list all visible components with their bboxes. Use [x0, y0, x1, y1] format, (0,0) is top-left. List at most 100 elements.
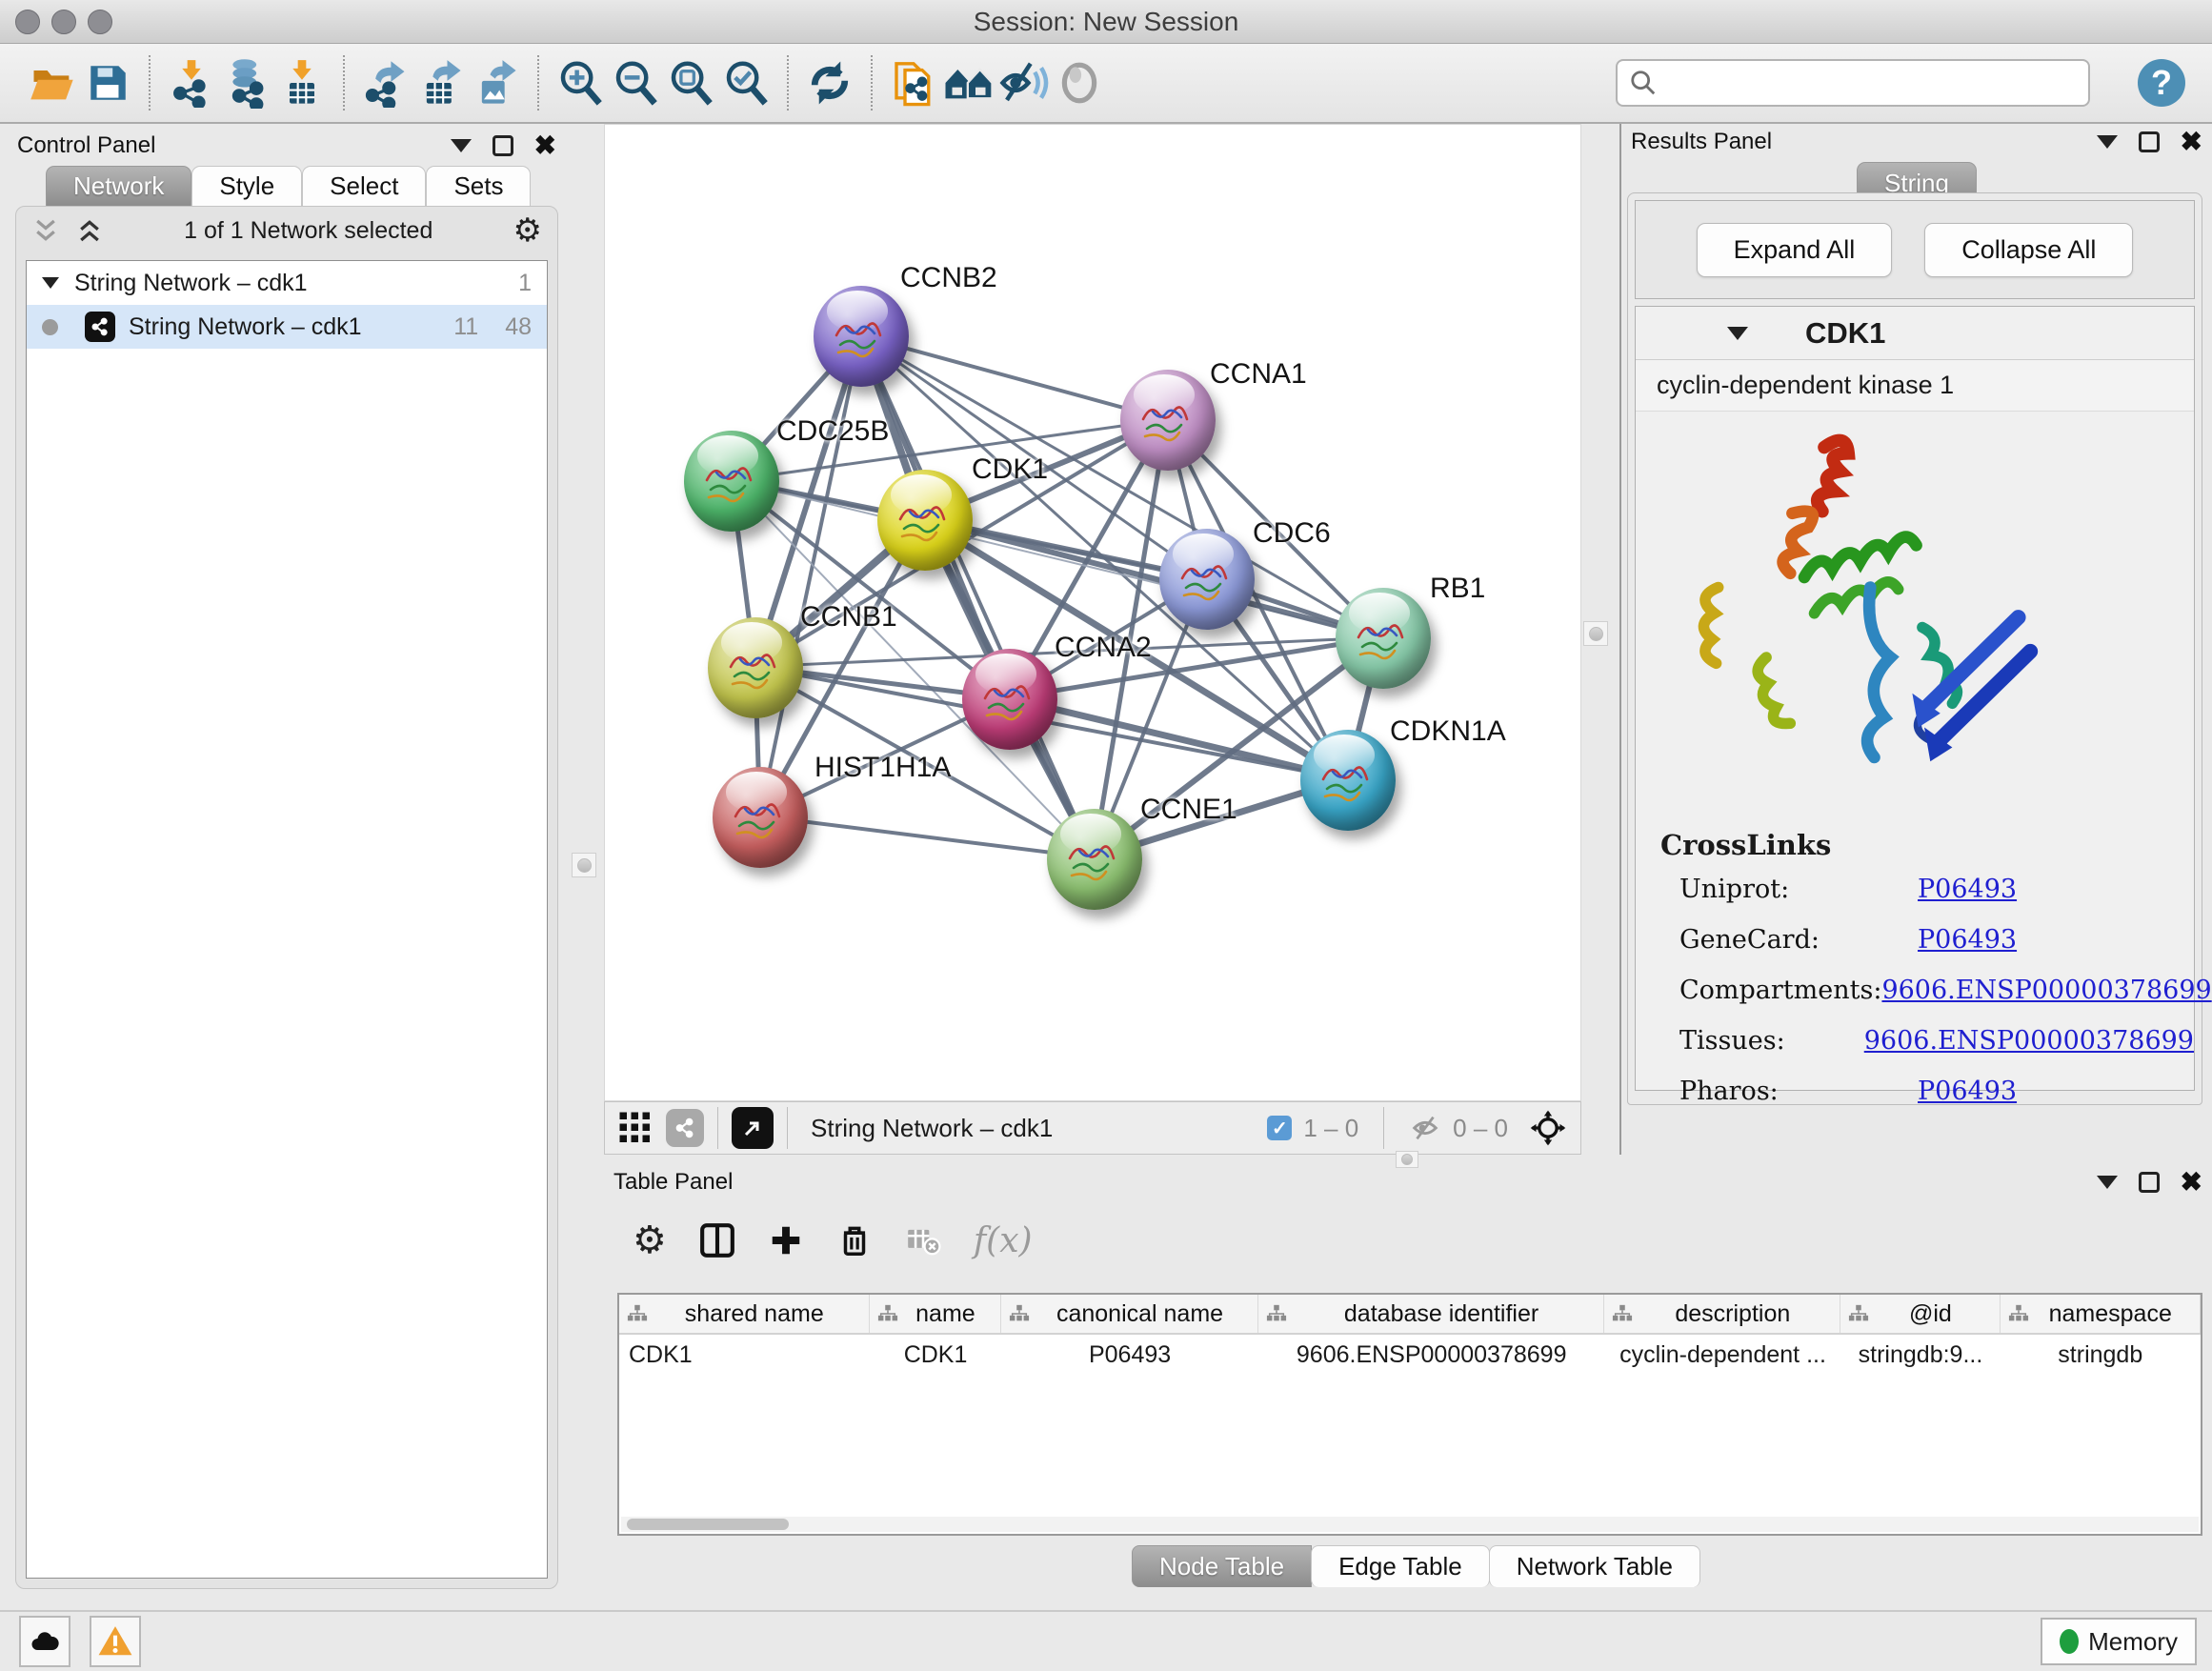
search-input[interactable]: [1658, 64, 2088, 102]
protein-thumbnail-icon: [723, 638, 788, 697]
table-options-gear-icon[interactable]: ⚙: [633, 1221, 667, 1259]
warnings-button[interactable]: [90, 1616, 141, 1667]
network-node-CDC6[interactable]: [1159, 529, 1255, 630]
crosslink-row: Pharos:P06493: [1679, 1077, 2194, 1106]
crosslink-link[interactable]: 9606.ENSP00000378699: [1864, 1026, 2194, 1056]
first-neighbors-button[interactable]: [941, 52, 996, 113]
table-cell[interactable]: 9606.ENSP00000378699: [1258, 1335, 1605, 1375]
panel-menu-icon[interactable]: [2097, 1176, 2118, 1189]
close-panel-icon[interactable]: ✖: [2181, 129, 2202, 155]
network-node-CCNB1[interactable]: [708, 617, 803, 718]
zoom-fit-button[interactable]: [663, 52, 718, 113]
network-node-CDC25B[interactable]: [684, 431, 779, 532]
export-network-button[interactable]: [358, 52, 413, 113]
table-row[interactable]: CDK1CDK1P064939606.ENSP00000378699cyclin…: [619, 1335, 2201, 1375]
zoom-selected-button[interactable]: [718, 52, 774, 113]
network-node-CCNE1[interactable]: [1047, 809, 1142, 910]
network-node-CCNA2[interactable]: [962, 649, 1057, 750]
memory-button[interactable]: Memory: [2041, 1618, 2197, 1665]
show-all-button[interactable]: [1052, 52, 1107, 113]
import-network-file-button[interactable]: [164, 52, 219, 113]
apply-layout-button[interactable]: [802, 52, 857, 113]
crosslink-link[interactable]: P06493: [1918, 875, 2017, 904]
tab-select[interactable]: Select: [302, 166, 426, 206]
crosslink-link[interactable]: 9606.ENSP00000378699: [1881, 976, 2211, 1005]
crosslink-link[interactable]: P06493: [1918, 925, 2017, 955]
float-panel-icon[interactable]: [2139, 1172, 2160, 1193]
network-node-HIST1H1A[interactable]: [713, 767, 808, 868]
table-horizontal-scrollbar[interactable]: [621, 1517, 2199, 1532]
zoom-in-button[interactable]: [553, 52, 608, 113]
network-options-gear-icon[interactable]: ⚙: [513, 214, 542, 247]
save-session-button[interactable]: [80, 52, 135, 113]
gene-header[interactable]: CDK1: [1636, 307, 2194, 360]
float-panel-icon[interactable]: [493, 135, 513, 156]
import-table-button[interactable]: [274, 52, 330, 113]
control-panel-title: Control Panel: [17, 132, 155, 159]
close-panel-icon[interactable]: ✖: [2181, 1169, 2202, 1196]
panel-menu-icon[interactable]: [451, 139, 472, 152]
export-image-button[interactable]: [469, 52, 524, 113]
h-scrollbar-thumb[interactable]: [627, 1519, 789, 1530]
network-node-CDKN1A[interactable]: [1300, 730, 1396, 831]
import-network-database-button[interactable]: [219, 52, 274, 113]
column-header-database-identifier[interactable]: database identifier: [1258, 1295, 1605, 1333]
table-cell[interactable]: stringdb:9...: [1840, 1335, 2000, 1375]
zoom-out-button[interactable]: [608, 52, 663, 113]
detach-view-button[interactable]: [732, 1107, 774, 1149]
network-row[interactable]: String Network – cdk1 11 48: [27, 305, 547, 349]
edge-CCNB2-HIST1H1A[interactable]: [760, 336, 861, 816]
tab-style[interactable]: Style: [191, 166, 302, 206]
table-cell[interactable]: cyclin-dependent ...: [1605, 1335, 1841, 1375]
float-panel-icon[interactable]: [2139, 131, 2160, 152]
network-view-canvas[interactable]: CCNB2CCNA1CDC25BCDK1CDC6RB1CCNB1CCNA2CDK…: [604, 124, 1581, 1101]
collapse-all-icon[interactable]: [31, 216, 60, 245]
cloud-status-button[interactable]: [19, 1616, 70, 1667]
network-share-icon[interactable]: [666, 1109, 704, 1147]
column-header-description[interactable]: description: [1604, 1295, 1840, 1333]
tree-expander-icon[interactable]: [42, 277, 59, 289]
network-node-CDK1[interactable]: [877, 470, 973, 571]
right-splitter-handle[interactable]: [1583, 621, 1608, 646]
table-cell[interactable]: CDK1: [619, 1335, 870, 1375]
column-header-namespace[interactable]: namespace: [2001, 1295, 2201, 1333]
show-column-panel-icon[interactable]: [699, 1222, 735, 1258]
tab-network-table[interactable]: Network Table: [1489, 1545, 1700, 1587]
column-header--id[interactable]: @id: [1840, 1295, 2000, 1333]
export-table-button[interactable]: [413, 52, 469, 113]
network-collection-row[interactable]: String Network – cdk1 1: [27, 261, 547, 305]
left-splitter-handle[interactable]: [572, 853, 596, 877]
table-cell[interactable]: CDK1: [870, 1335, 1002, 1375]
hide-selected-button[interactable]: [996, 52, 1052, 113]
network-node-RB1[interactable]: [1336, 588, 1431, 689]
selected-checkbox-icon[interactable]: ✓: [1267, 1116, 1292, 1140]
column-header-shared-name[interactable]: shared name: [619, 1295, 870, 1333]
add-column-icon[interactable]: [768, 1222, 804, 1258]
tab-edge-table[interactable]: Edge Table: [1311, 1545, 1490, 1587]
delete-column-trash-icon[interactable]: [836, 1222, 873, 1258]
open-session-button[interactable]: [25, 52, 80, 113]
close-panel-icon[interactable]: ✖: [534, 132, 556, 159]
copy-style-button[interactable]: [886, 52, 941, 113]
crosslink-link[interactable]: P06493: [1918, 1077, 2017, 1106]
table-cell[interactable]: stringdb: [2001, 1335, 2201, 1375]
tab-sets[interactable]: Sets: [426, 166, 531, 206]
network-node-CCNB2[interactable]: [814, 286, 909, 387]
gene-expander-icon[interactable]: [1727, 327, 1748, 340]
column-header-name[interactable]: name: [870, 1295, 1002, 1333]
collapse-all-button[interactable]: Collapse All: [1924, 223, 2133, 277]
fit-crosshair-icon[interactable]: [1529, 1109, 1567, 1147]
table-cell[interactable]: P06493: [1001, 1335, 1257, 1375]
tab-network[interactable]: Network: [46, 166, 191, 206]
cloud-icon: [28, 1624, 62, 1659]
column-header-canonical-name[interactable]: canonical name: [1001, 1295, 1257, 1333]
expand-all-icon[interactable]: [75, 216, 104, 245]
tab-node-table[interactable]: Node Table: [1132, 1545, 1312, 1587]
help-button[interactable]: ?: [2138, 59, 2185, 107]
network-node-CCNA1[interactable]: [1120, 370, 1216, 471]
edge-HIST1H1A-CCNE1[interactable]: [760, 816, 1094, 858]
panel-menu-icon[interactable]: [2097, 135, 2118, 149]
expand-all-button[interactable]: Expand All: [1697, 223, 1893, 277]
database-import-icon: [221, 57, 272, 109]
birds-eye-grid-icon[interactable]: [618, 1111, 653, 1145]
